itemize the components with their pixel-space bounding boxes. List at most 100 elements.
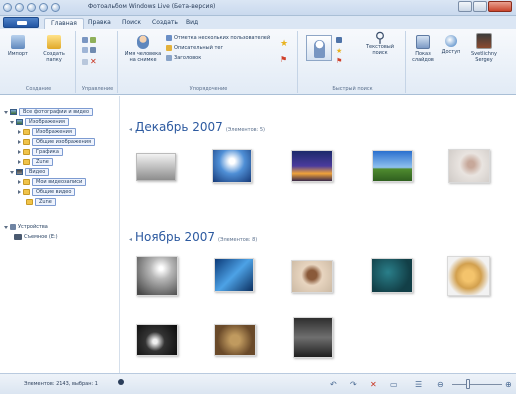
tab-create[interactable]: Создать [146, 18, 184, 29]
folder-icon [47, 35, 61, 49]
navigation-pane: Все фотографии и видео Изображения Изобр… [0, 96, 120, 373]
minimize-button[interactable] [458, 1, 472, 12]
back-icon[interactable] [15, 3, 24, 12]
import-button[interactable]: Импорт [4, 35, 32, 57]
quick-access-toolbar [3, 3, 60, 12]
nav-public-pictures[interactable]: Общие изображения [18, 138, 96, 146]
photo-thumbnail[interactable] [214, 258, 254, 292]
info-icon[interactable] [118, 379, 124, 385]
copy-button[interactable] [82, 47, 96, 53]
folder-icon [23, 189, 30, 195]
caption-icon [166, 55, 172, 61]
nav-pictures[interactable]: Изображения [10, 118, 69, 126]
details-view-icon[interactable]: ☰ [415, 380, 422, 389]
slideshow-button[interactable]: Показ слайдов [408, 35, 438, 63]
nav-public-videos[interactable]: Общие видео [18, 188, 76, 196]
devices-icon [10, 224, 16, 230]
group-organize: Имя человека на снимке Отметка нескольки… [120, 31, 298, 93]
photo-thumbnail[interactable] [212, 149, 252, 183]
calendar-icon [336, 37, 342, 43]
people-filter-button[interactable] [306, 35, 332, 61]
rotate-left-icon[interactable]: ↶ [330, 380, 337, 389]
tab-edit[interactable]: Правка [82, 18, 117, 29]
group-header-december[interactable]: ◂ Декабрь 2007 (Элементов: 5) [129, 120, 265, 134]
group-header-november[interactable]: ◂ Ноябрь 2007 (Элементов: 8) [129, 230, 257, 244]
thumbnail-view: ◂ Декабрь 2007 (Элементов: 5) ◂ Ноябрь 2… [121, 96, 516, 373]
new-folder-button[interactable]: Создать папку [36, 35, 72, 63]
nav-zune-pictures[interactable]: Zune [18, 158, 53, 166]
share-icon [445, 35, 457, 47]
nav-devices[interactable]: Устройства [4, 224, 48, 230]
tab-view[interactable]: Вид [180, 18, 204, 29]
tag-people-button[interactable]: Имя человека на снимке [122, 35, 164, 63]
properties-button[interactable] [82, 37, 96, 43]
delete-button[interactable]: ✕ [82, 57, 97, 66]
nav-zune-videos[interactable]: Zune [26, 198, 56, 206]
collapse-icon [18, 190, 21, 194]
expand-icon [4, 225, 8, 229]
zoom-slider-track[interactable] [452, 384, 502, 385]
delete-icon[interactable]: ✕ [370, 380, 377, 389]
zoom-in-icon[interactable]: ⊕ [505, 380, 512, 389]
photo-thumbnail[interactable] [372, 150, 413, 182]
move-icon [90, 47, 96, 53]
maximize-button[interactable] [473, 1, 487, 12]
status-bar: Элементов: 2143, выбран: 1 ↶ ↷ ✕ ▭ ☰ ⊖ ⊕ [0, 373, 516, 394]
video-icon [16, 169, 23, 175]
text-search-button[interactable]: ⚲ Текстовый поиск [358, 31, 402, 56]
photo-thumbnail[interactable] [136, 256, 178, 296]
file-menu-button[interactable] [3, 17, 39, 28]
photo-thumbnail[interactable] [447, 256, 490, 296]
delete-icon: ✕ [90, 57, 97, 66]
redo-icon[interactable] [51, 3, 60, 12]
zoom-slider-thumb[interactable] [466, 379, 470, 389]
group-manage: ✕ Управление [78, 31, 118, 93]
nav-my-pictures[interactable]: Изображения [18, 128, 76, 136]
flag-filter-button[interactable]: ⚑ [336, 57, 342, 65]
collapse-icon [18, 180, 21, 184]
photo-thumbnail[interactable] [291, 260, 333, 293]
rotate-right-icon[interactable]: ↷ [350, 380, 357, 389]
collapse-icon [18, 150, 21, 154]
photo-thumbnail[interactable] [293, 317, 333, 358]
slideshow-icon [416, 35, 430, 49]
nav-my-videos[interactable]: Мои видеозаписи [18, 178, 87, 186]
photo-thumbnail[interactable] [448, 149, 490, 183]
nav-all-photos[interactable]: Все фотографии и видео [4, 108, 94, 116]
nav-graphics[interactable]: Графика [18, 148, 63, 156]
tag-icon [166, 45, 172, 51]
undo-icon[interactable] [39, 3, 48, 12]
descriptive-tag-button[interactable]: Описательный тег [166, 45, 223, 51]
group-create: Импорт Создать папку Создание [2, 31, 76, 93]
user-account-button[interactable]: Svetlichny Sergey [464, 33, 504, 63]
date-filter-button[interactable] [336, 37, 342, 43]
close-button[interactable] [488, 1, 512, 12]
multi-tag-button[interactable]: Отметка нескольких пользователей [166, 35, 270, 41]
app-menu-icon[interactable] [3, 3, 12, 12]
folder-icon [23, 179, 30, 185]
properties-icon[interactable]: ▭ [390, 380, 398, 389]
caption-button[interactable]: Заголовок [166, 55, 201, 61]
nav-removable-drive[interactable]: Съемное (E:) [14, 234, 58, 240]
collapse-icon [18, 130, 21, 134]
tab-home[interactable]: Главная [44, 18, 84, 29]
share-button[interactable]: Доступ [440, 35, 462, 55]
folder-icon [23, 149, 30, 155]
photo-thumbnail[interactable] [291, 150, 333, 182]
folder-icon [23, 139, 30, 145]
photo-thumbnail[interactable] [136, 324, 178, 356]
folder-icon [26, 199, 33, 205]
nav-videos[interactable]: Видео [10, 168, 50, 176]
rating-button[interactable]: ★ [280, 39, 288, 49]
photo-thumbnail[interactable] [371, 258, 413, 293]
flag-icon: ⚑ [280, 55, 288, 64]
tab-find[interactable]: Поиск [116, 18, 147, 29]
forward-icon[interactable] [27, 3, 36, 12]
zoom-out-icon[interactable]: ⊖ [437, 380, 444, 389]
photo-thumbnail[interactable] [136, 153, 176, 181]
rating-filter-button[interactable]: ★ [336, 47, 342, 55]
collapse-group-icon: ◂ [129, 236, 133, 243]
photo-thumbnail[interactable] [214, 324, 256, 356]
flag-button[interactable]: ⚑ [280, 55, 287, 64]
person-silhouette-icon [314, 40, 325, 58]
